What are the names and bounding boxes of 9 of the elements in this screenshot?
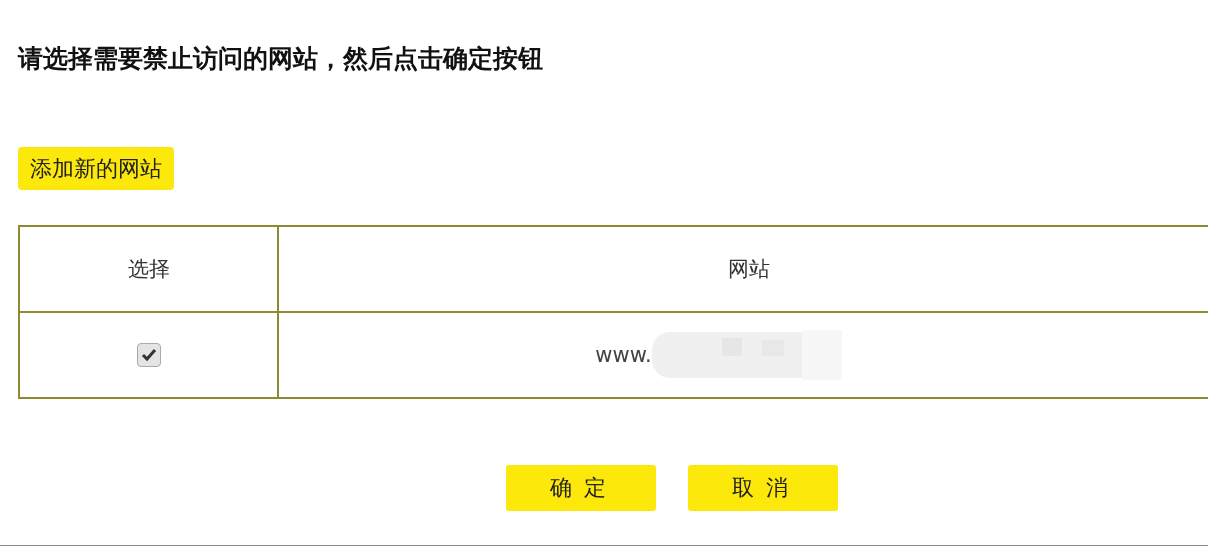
page-heading: 请选择需要禁止访问的网站，然后点击确定按钮 xyxy=(18,43,544,75)
add-website-button[interactable]: 添加新的网站 xyxy=(18,147,174,190)
checkbox[interactable] xyxy=(136,343,161,367)
column-header: 选择 xyxy=(19,226,278,312)
confirm-button[interactable]: 确定 xyxy=(506,465,656,511)
cancel-button[interactable]: 取消 xyxy=(688,465,838,511)
check-icon xyxy=(140,348,157,362)
column-header: 网站 xyxy=(278,226,1208,312)
website-url: www. xyxy=(595,343,652,367)
